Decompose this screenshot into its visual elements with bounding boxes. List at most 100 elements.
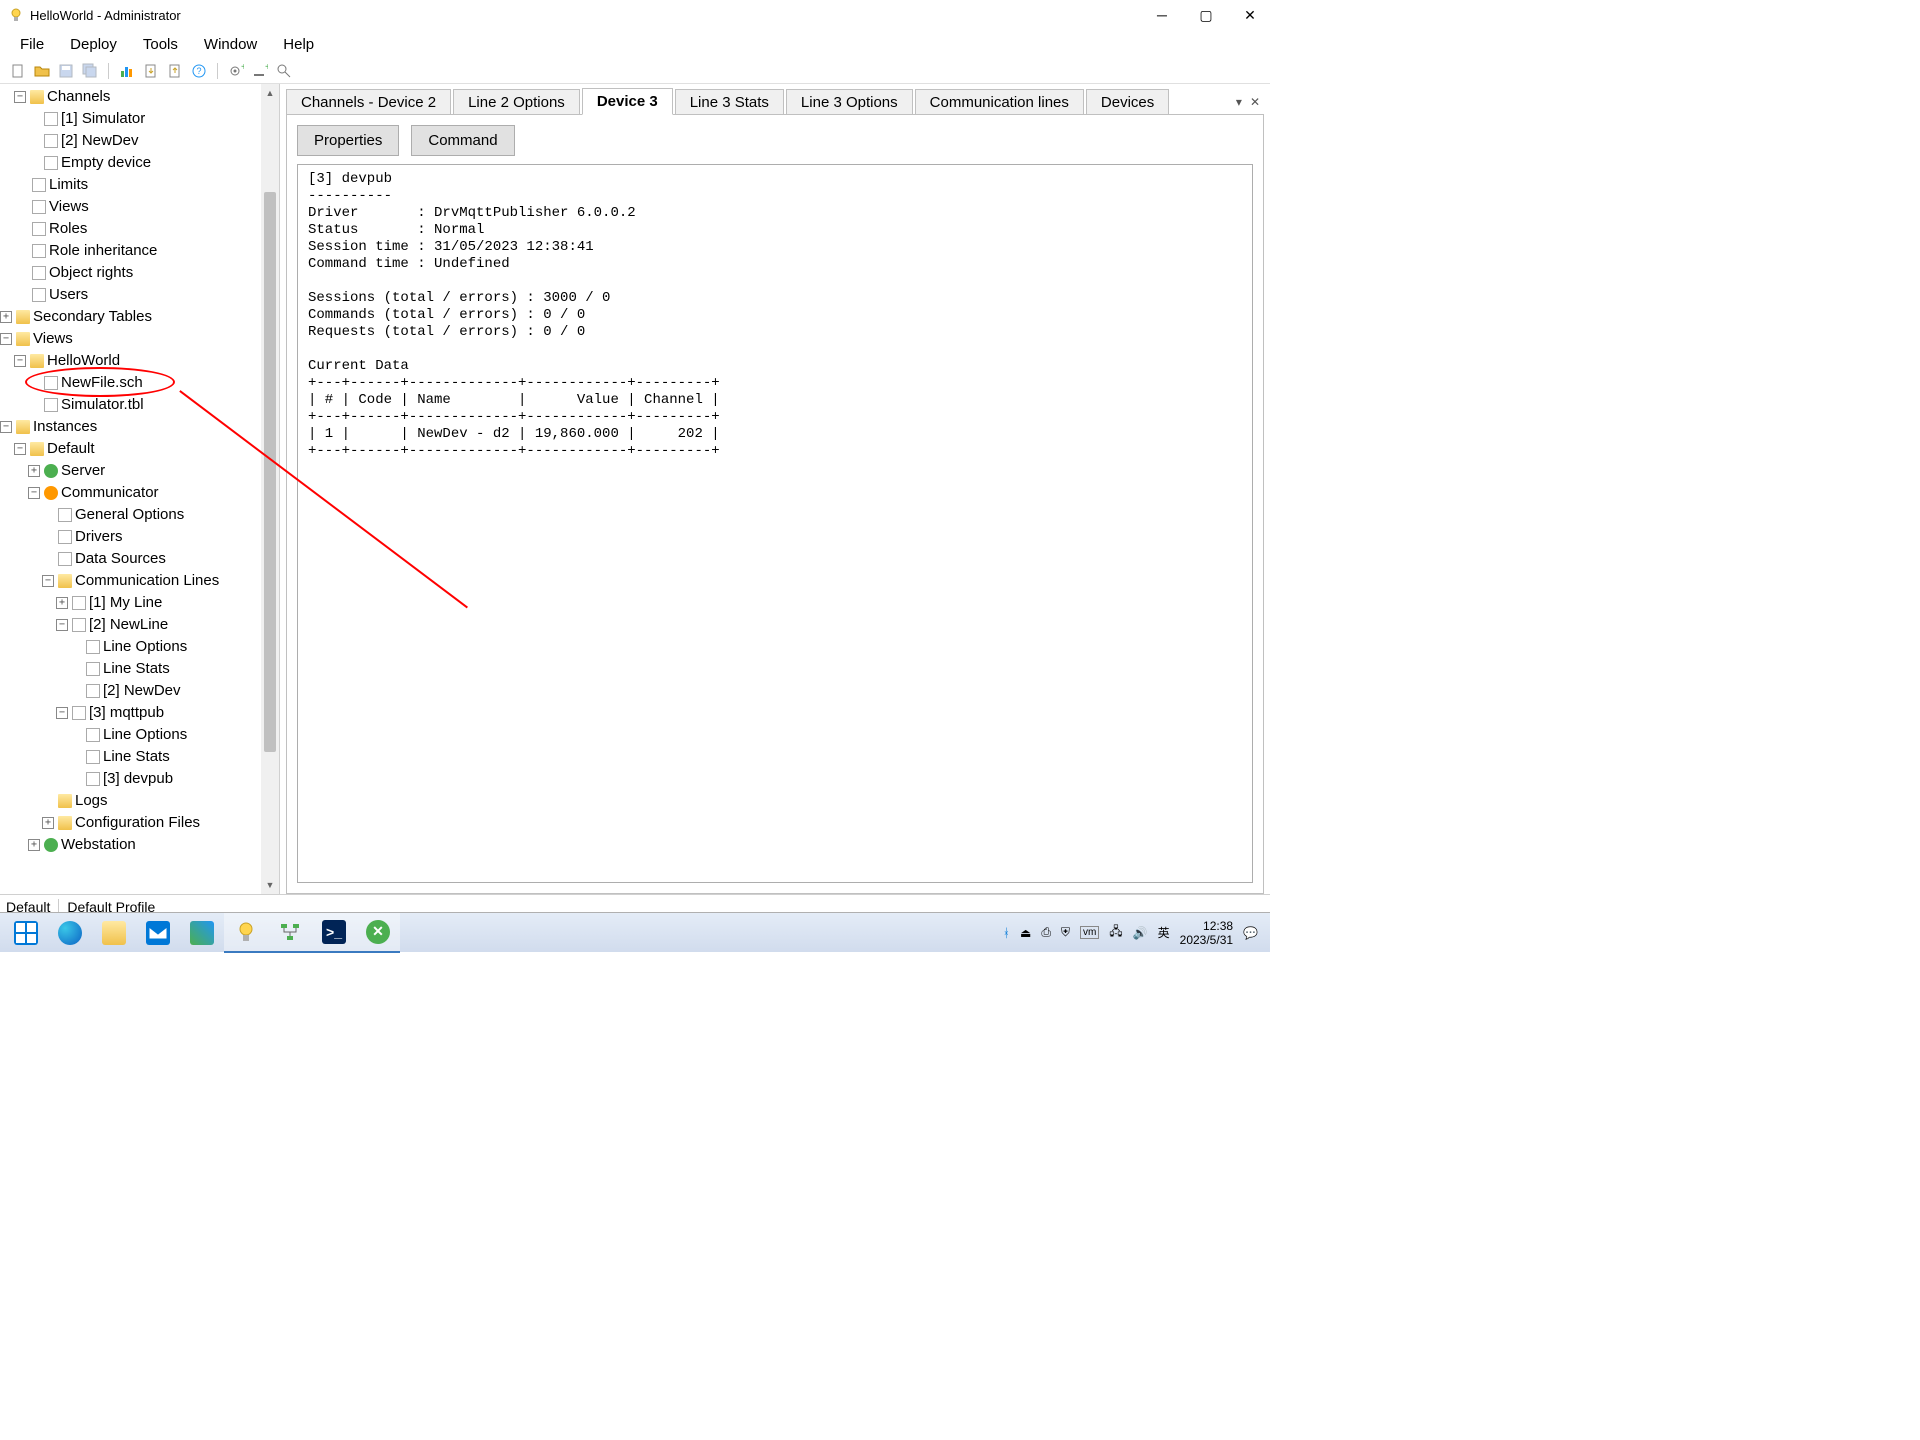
tree-roles[interactable]: Roles	[49, 218, 87, 240]
export-icon[interactable]	[167, 63, 183, 79]
taskbar-network[interactable]	[268, 913, 312, 953]
scroll-thumb[interactable]	[264, 192, 276, 752]
tree-commlines[interactable]: Communication Lines	[75, 570, 219, 592]
tree-newdev2[interactable]: [2] NewDev	[103, 680, 181, 702]
tree-newline[interactable]: [2] NewLine	[89, 614, 168, 636]
tree-default[interactable]: Default	[47, 438, 95, 460]
search-icon[interactable]	[276, 63, 292, 79]
tree-scrollbar[interactable]: ▲ ▼	[261, 84, 279, 894]
tree-communicator[interactable]: Communicator	[61, 482, 159, 504]
close-button[interactable]: ✕	[1238, 7, 1262, 24]
command-button[interactable]: Command	[411, 125, 514, 156]
vmware-icon[interactable]: vm	[1080, 926, 1099, 939]
gear-plus-icon[interactable]: +	[228, 63, 244, 79]
import-icon[interactable]	[143, 63, 159, 79]
minimize-button[interactable]: ─	[1150, 7, 1174, 24]
taskbar-mail[interactable]	[136, 913, 180, 953]
open-folder-icon[interactable]	[34, 63, 50, 79]
taskbar-explorer[interactable]	[92, 913, 136, 953]
save-icon[interactable]	[58, 63, 74, 79]
expand-icon[interactable]: +	[28, 839, 40, 851]
collapse-icon[interactable]: −	[14, 443, 26, 455]
scroll-down-icon[interactable]: ▼	[261, 876, 279, 894]
start-button[interactable]	[4, 913, 48, 953]
clock[interactable]: 12:38 2023/5/31	[1180, 919, 1233, 947]
tree-webstation[interactable]: Webstation	[61, 834, 136, 856]
tab-line2-options[interactable]: Line 2 Options	[453, 89, 580, 115]
tab-line3-stats[interactable]: Line 3 Stats	[675, 89, 784, 115]
tree-devpub[interactable]: [3] devpub	[103, 768, 173, 790]
help-icon[interactable]: ?	[191, 63, 207, 79]
collapse-icon[interactable]: −	[56, 619, 68, 631]
collapse-icon[interactable]: −	[0, 333, 12, 345]
tree-newdev[interactable]: [2] NewDev	[61, 130, 139, 152]
tree-users[interactable]: Users	[49, 284, 88, 306]
sound-icon[interactable]: 🔊	[1133, 926, 1148, 940]
ime-indicator[interactable]: 英	[1158, 924, 1170, 941]
tab-overflow-icon[interactable]: ▾	[1236, 95, 1242, 109]
bluetooth-icon[interactable]: ᚼ	[1003, 926, 1010, 940]
tab-device3[interactable]: Device 3	[582, 88, 673, 115]
tree-linestats[interactable]: Line Stats	[103, 658, 170, 680]
collapse-icon[interactable]: −	[42, 575, 54, 587]
tree-views[interactable]: Views	[49, 196, 89, 218]
tree-channels[interactable]: Channels	[47, 86, 110, 108]
taskbar-powershell[interactable]: >_	[312, 913, 356, 953]
expand-icon[interactable]: +	[42, 817, 54, 829]
line-plus-icon[interactable]: +	[252, 63, 268, 79]
scroll-up-icon[interactable]: ▲	[261, 84, 279, 102]
expand-icon[interactable]: +	[28, 465, 40, 477]
tree-helloworld[interactable]: HelloWorld	[47, 350, 120, 372]
tree-lineopts2[interactable]: Line Options	[103, 724, 187, 746]
tab-devices[interactable]: Devices	[1086, 89, 1169, 115]
device-log[interactable]: [3] devpub ---------- Driver : DrvMqttPu…	[297, 164, 1253, 883]
tree-instances[interactable]: Instances	[33, 416, 97, 438]
tree-limits[interactable]: Limits	[49, 174, 88, 196]
menu-window[interactable]: Window	[192, 34, 269, 55]
taskbar-app[interactable]: ✕	[356, 913, 400, 953]
collapse-icon[interactable]: −	[0, 421, 12, 433]
tree-linestats2[interactable]: Line Stats	[103, 746, 170, 768]
chart-icon[interactable]	[119, 63, 135, 79]
new-file-icon[interactable]	[10, 63, 26, 79]
menu-tools[interactable]: Tools	[131, 34, 190, 55]
tree-roleinh[interactable]: Role inheritance	[49, 240, 157, 262]
taskbar-edge[interactable]	[48, 913, 92, 953]
tree-lineopts[interactable]: Line Options	[103, 636, 187, 658]
tree-newfile[interactable]: NewFile.sch	[61, 372, 143, 394]
menu-help[interactable]: Help	[271, 34, 326, 55]
collapse-icon[interactable]: −	[14, 91, 26, 103]
collapse-icon[interactable]: −	[28, 487, 40, 499]
tab-channels-device2[interactable]: Channels - Device 2	[286, 89, 451, 115]
save-all-icon[interactable]	[82, 63, 98, 79]
tree-empty[interactable]: Empty device	[61, 152, 151, 174]
tree-views2[interactable]: Views	[33, 328, 73, 350]
collapse-icon[interactable]: −	[56, 707, 68, 719]
tab-comm-lines[interactable]: Communication lines	[915, 89, 1084, 115]
tree-simtbl[interactable]: Simulator.tbl	[61, 394, 144, 416]
tree-myline[interactable]: [1] My Line	[89, 592, 162, 614]
tree-sectables[interactable]: Secondary Tables	[33, 306, 152, 328]
project-tree[interactable]: − Channels [1] Simulator [2] NewDev Empty…	[0, 84, 279, 894]
tree-cfgfiles[interactable]: Configuration Files	[75, 812, 200, 834]
tree-simulator[interactable]: [1] Simulator	[61, 108, 145, 130]
vm-icon[interactable]: ⎙	[1041, 925, 1051, 940]
tray-arrow-icon[interactable]: ⏏	[1020, 926, 1031, 940]
tab-line3-options[interactable]: Line 3 Options	[786, 89, 913, 115]
expand-icon[interactable]: +	[0, 311, 12, 323]
tree-server[interactable]: Server	[61, 460, 105, 482]
maximize-button[interactable]: ▢	[1194, 7, 1218, 24]
tree-objrights[interactable]: Object rights	[49, 262, 133, 284]
menu-file[interactable]: File	[8, 34, 56, 55]
tab-close-icon[interactable]: ✕	[1250, 95, 1260, 109]
taskbar-admin-app[interactable]	[224, 913, 268, 953]
tree-logs[interactable]: Logs	[75, 790, 108, 812]
menu-deploy[interactable]: Deploy	[58, 34, 129, 55]
tree-genopts[interactable]: General Options	[75, 504, 184, 526]
shield-icon[interactable]: ⛨	[1061, 925, 1070, 940]
tree-drivers[interactable]: Drivers	[75, 526, 123, 548]
notification-icon[interactable]: 💬	[1243, 926, 1258, 940]
tree-mqttpub[interactable]: [3] mqttpub	[89, 702, 164, 724]
network-icon[interactable]: 🖧	[1109, 922, 1122, 943]
properties-button[interactable]: Properties	[297, 125, 399, 156]
